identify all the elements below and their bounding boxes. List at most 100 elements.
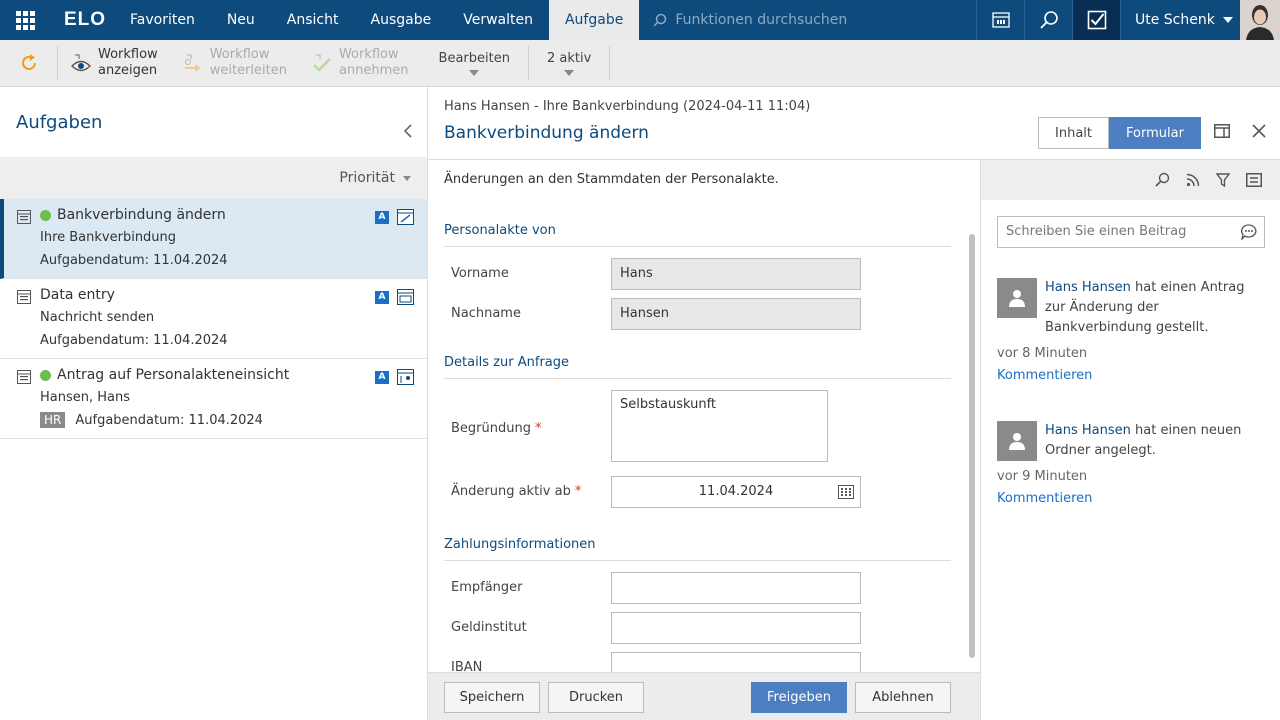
form-body: Änderungen an den Stammdaten der Persona… (428, 159, 980, 672)
comment-bubble-icon (1241, 224, 1257, 240)
top-bar: ELO Favoriten Neu Ansicht Ausgabe Verwal… (0, 0, 1280, 40)
form-doc-icon (17, 290, 31, 304)
panel-window-buttons (1214, 124, 1266, 138)
aktiv-date-value: 11.04.2024 (698, 484, 774, 499)
geldinstitut-label: Geldinstitut (451, 620, 527, 635)
edit-dropdown-label: Bearbeiten (438, 50, 510, 66)
user-avatar[interactable] (1240, 0, 1280, 40)
chevron-down-icon (1222, 17, 1233, 23)
post-input[interactable]: Schreiben Sie einen Beitrag (997, 216, 1265, 248)
empfaenger-field[interactable] (611, 572, 861, 604)
personnel-file-icon (397, 369, 414, 385)
form-doc-icon (17, 210, 31, 224)
calendar-icon[interactable] (838, 485, 854, 499)
reject-button[interactable]: Ablehnen (855, 682, 951, 713)
print-button[interactable]: Drucken (548, 682, 644, 713)
begruendung-textarea[interactable]: Selbstauskunft (611, 390, 828, 462)
toolbar-divider (609, 46, 611, 80)
tab-inhalt[interactable]: Inhalt (1038, 117, 1109, 149)
menu-aufgabe[interactable]: Aufgabe (548, 0, 640, 40)
menu-ausgabe[interactable]: Ausgabe (355, 0, 448, 40)
task-subtitle: Nachricht senden (40, 310, 155, 325)
edit-dropdown[interactable]: Bearbeiten (421, 46, 528, 80)
checkbox-icon (1087, 10, 1106, 30)
active-dropdown-label: 2 aktiv (546, 50, 592, 66)
refresh-button[interactable] (0, 46, 58, 80)
ribbon-toolbar: Workflow anzeigen Workflow weiterleiten Wo… (0, 40, 1280, 87)
save-button[interactable]: Speichern (444, 682, 540, 713)
begruendung-label-text: Begründung (451, 421, 531, 436)
form-edit-icon (397, 209, 414, 225)
status-dot (40, 209, 51, 221)
form-panel: Hans Hansen - Ihre Bankverbindung (2024-… (428, 87, 980, 720)
tab-formular[interactable]: Formular (1109, 117, 1201, 149)
form-scrollbar[interactable] (969, 234, 975, 658)
workflow-forward-icon (184, 54, 201, 72)
task-item[interactable]: Bankverbindung ändern Ihre Bankverbindun… (0, 199, 427, 279)
task-title: Data entry (40, 287, 115, 303)
chevron-down-icon (403, 175, 411, 181)
rss-icon[interactable] (1186, 173, 1200, 187)
post-input-placeholder: Schreiben Sie einen Beitrag (1006, 224, 1187, 239)
forward-workflow-label-1: Workflow (209, 47, 270, 62)
status-dot (40, 369, 51, 381)
list-view-icon[interactable] (1246, 173, 1262, 187)
breadcrumb: Hans Hansen - Ihre Bankverbindung (2024-… (444, 99, 811, 114)
forward-workflow-button[interactable]: Workflow weiterleiten (170, 46, 299, 80)
search-icon[interactable] (1154, 172, 1170, 188)
nachname-field[interactable]: Hansen (611, 298, 861, 330)
comment-link[interactable]: Kommentieren (997, 487, 1267, 511)
feed-time: vor 9 Minuten (997, 469, 1088, 484)
a-badge: A (375, 370, 389, 384)
geldinstitut-field[interactable] (611, 612, 861, 644)
show-workflow-label-1: Workflow (98, 47, 158, 62)
task-subtitle: Hansen, Hans (40, 390, 131, 405)
user-silhouette-icon (1009, 290, 1025, 307)
user-menu[interactable]: Ute Schenk (1120, 0, 1240, 40)
layout-icon[interactable] (1214, 124, 1230, 138)
avatar (997, 421, 1037, 461)
function-search-placeholder: Funktionen durchsuchen (675, 12, 848, 28)
sort-dropdown[interactable]: Priorität (0, 157, 427, 199)
user-silhouette-icon (1009, 433, 1025, 450)
feed-panel: Schreiben Sie einen Beitrag Hans Hansen … (980, 159, 1280, 720)
show-workflow-button[interactable]: Workflow anzeigen (58, 46, 170, 80)
vorname-field[interactable]: Hans (611, 258, 861, 290)
task-item[interactable]: Antrag auf Personalakteneinsicht Hansen,… (0, 359, 427, 439)
feed-author-link[interactable]: Hans Hansen (1045, 280, 1131, 295)
aktiv-date-field[interactable]: 11.04.2024 (611, 476, 861, 508)
empfaenger-label: Empfänger (451, 580, 523, 595)
accept-workflow-button[interactable]: Workflow annehmen (299, 46, 421, 80)
menu-favoriten[interactable]: Favoriten (114, 0, 211, 40)
search-button[interactable] (1024, 0, 1072, 40)
menu-verwalten[interactable]: Verwalten (447, 0, 549, 40)
section-zahlung: Zahlungsinformationen (444, 537, 951, 561)
vorname-label: Vorname (451, 266, 509, 281)
show-workflow-label-2: anzeigen (98, 63, 158, 78)
archive-icon (991, 12, 1010, 28)
comment-link[interactable]: Kommentieren (997, 364, 1267, 388)
tasks-button[interactable] (1072, 0, 1120, 40)
menu-ansicht[interactable]: Ansicht (271, 0, 355, 40)
task-item[interactable]: Data entry Nachricht senden Aufgabendatu… (0, 279, 427, 359)
filter-icon[interactable] (1216, 173, 1230, 187)
user-name: Ute Schenk (1135, 12, 1215, 28)
task-title: Bankverbindung ändern (57, 207, 226, 223)
aktiv-label: Änderung aktiv ab * (451, 484, 581, 499)
search-icon (653, 13, 667, 27)
workflow-accept-icon (313, 54, 331, 72)
form-footer: Speichern Drucken Freigeben Ablehnen (428, 672, 980, 720)
feed-author-link[interactable]: Hans Hansen (1045, 423, 1131, 438)
collapse-left-icon[interactable] (403, 123, 413, 139)
close-icon[interactable] (1252, 124, 1266, 138)
archive-button[interactable] (976, 0, 1024, 40)
feed-toolbar (981, 160, 1280, 200)
task-date: Aufgabendatum: 11.04.2024 (40, 332, 228, 348)
required-mark: * (574, 484, 582, 499)
apps-grid-icon[interactable] (0, 0, 50, 40)
function-search-input[interactable]: Funktionen durchsuchen (653, 12, 1003, 28)
iban-field[interactable] (611, 652, 861, 672)
active-dropdown[interactable]: 2 aktiv (529, 46, 609, 80)
menu-neu[interactable]: Neu (211, 0, 271, 40)
release-button[interactable]: Freigeben (751, 682, 847, 713)
